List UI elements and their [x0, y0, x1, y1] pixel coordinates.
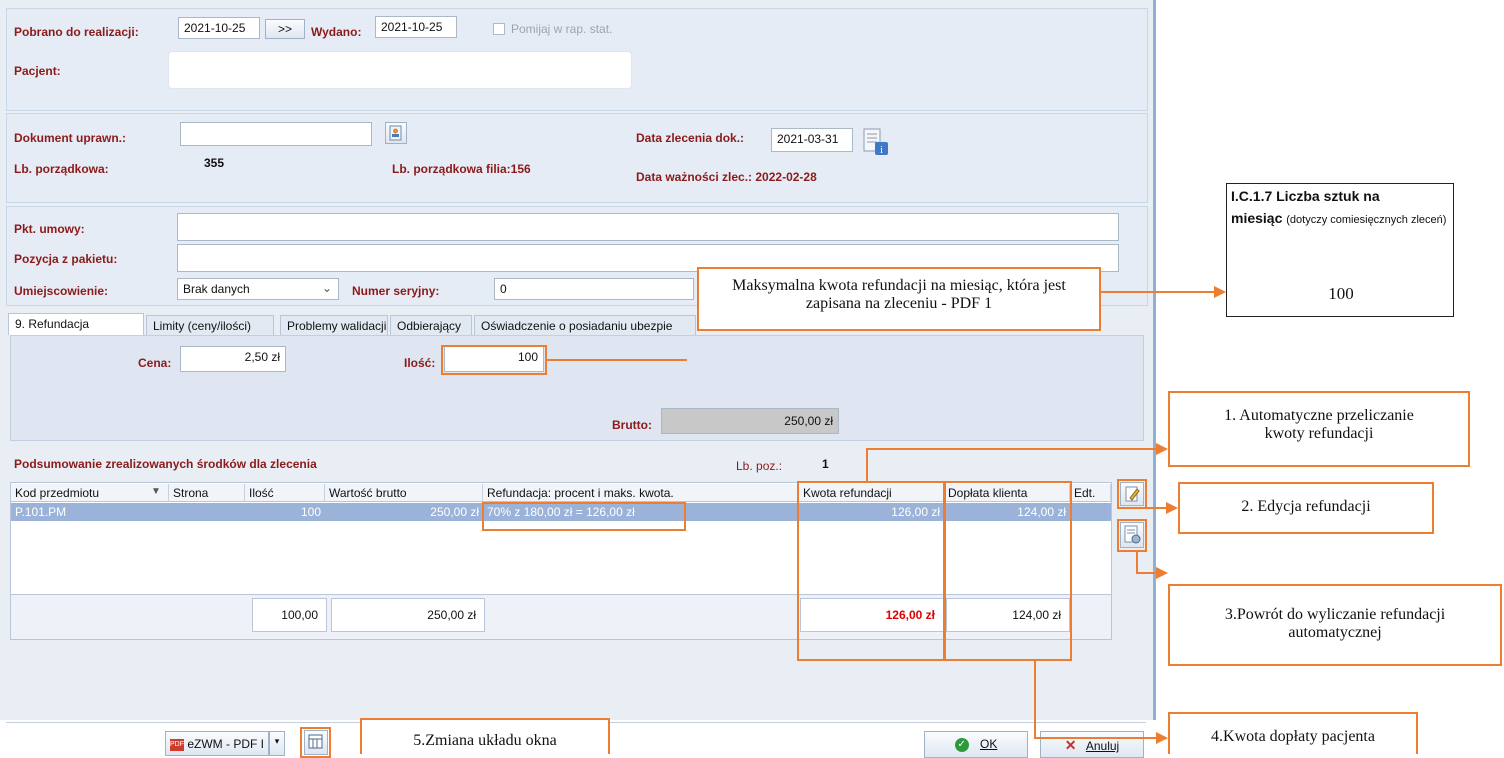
connector-doplata-horiz — [1034, 737, 1158, 739]
pobrano-date-field[interactable]: 2021-10-25 — [178, 17, 260, 39]
chevron-down-icon: ⌄ — [321, 281, 332, 295]
cena-label: Cena: — [138, 356, 172, 370]
col-ilosc[interactable]: Ilość — [245, 484, 325, 502]
ezwm-dropdown-button[interactable]: ▾ — [269, 731, 285, 756]
callout-uklad: 5.Zmiana układu okna — [360, 718, 610, 754]
pkt-umowy-label: Pkt. umowy: — [14, 222, 85, 236]
wydano-label: Wydano: — [311, 25, 362, 39]
umiejscowienie-select[interactable]: Brak danych ⌄ — [177, 278, 339, 300]
document-section — [6, 113, 1148, 203]
pozycja-label: Pozycja z pakietu: — [14, 252, 118, 266]
callout-doplata: 4.Kwota dopłaty pacjenta — [1168, 712, 1418, 754]
summary-title: Podsumowanie zrealizowanych środków dla … — [14, 457, 317, 471]
pacjent-field[interactable] — [168, 51, 632, 89]
lb-porz-value: 355 — [204, 156, 225, 170]
numer-seryjny-field[interactable]: 0 — [494, 278, 694, 300]
wydano-date-field[interactable]: 2021-10-25 — [375, 16, 457, 38]
brutto-label: Brutto: — [612, 418, 652, 432]
ezwm-pdf-button[interactable]: PDF eZWM - PDF I — [165, 731, 269, 756]
highlight-doplata — [944, 481, 1072, 661]
cell-kod: P.101.PM — [11, 503, 169, 521]
patient-lookup-button[interactable] — [385, 122, 407, 144]
total-ilosc: 100,00 — [252, 598, 327, 632]
cell-ilosc: 100 — [245, 503, 325, 521]
document-info-icon[interactable]: i — [862, 127, 890, 157]
data-zlecenia-label: Data zlecenia dok.: — [636, 131, 745, 145]
ezwm-label: eZWM - PDF I — [187, 737, 265, 751]
lb-poz-label: Lb. poz.: — [736, 459, 783, 473]
arrow-c1 — [1156, 443, 1168, 455]
highlight-auto — [1117, 519, 1147, 552]
callout-edycja: 2. Edycja refundacji — [1178, 482, 1434, 534]
umiejscowienie-label: Umiejscowienie: — [14, 284, 109, 298]
connector-auto-horiz — [1136, 572, 1158, 574]
highlight-refundacja — [482, 502, 686, 531]
umiejscowienie-value: Brak danych — [183, 282, 250, 296]
dokument-field[interactable] — [180, 122, 372, 146]
data-waznosci: Data ważności zlec.: 2022-02-28 — [636, 170, 817, 184]
pdf-snippet-title: I.C.1.7 Liczba sztuk na — [1231, 188, 1380, 204]
person-card-icon — [389, 125, 402, 141]
ok-label: OK — [980, 737, 998, 751]
cell-wartosc: 250,00 zł — [325, 503, 483, 521]
cell-strona — [169, 503, 245, 521]
tab-problemy-walidacji[interactable]: Problemy walidacji — [280, 315, 388, 335]
col-edt[interactable]: Edt. — [1070, 484, 1111, 502]
highlight-kwota — [797, 481, 945, 661]
col-kod[interactable]: Kod przedmiotu — [11, 484, 169, 502]
callout-max-kwota: Maksymalna kwota refundacji na miesiąc, … — [697, 267, 1101, 331]
col-strona[interactable]: Strona — [169, 484, 245, 502]
callout-auto-przeliczanie: 1. Automatyczne przeliczanie kwoty refun… — [1168, 391, 1470, 467]
highlight-ilosc — [441, 345, 547, 375]
pobrano-label: Pobrano do realizacji: — [14, 25, 139, 39]
connector-kwota-horiz — [866, 448, 1158, 450]
arrow-c2 — [1166, 502, 1178, 514]
close-icon: ✕ — [1064, 737, 1077, 753]
callout-powrot: 3.Powrót do wyliczanie refundacji automa… — [1168, 584, 1502, 666]
pkt-umowy-field[interactable] — [177, 213, 1119, 241]
next-date-button[interactable]: >> — [265, 19, 305, 39]
tab-odbierajacy[interactable]: Odbierający — [390, 315, 472, 335]
tab-refundacja[interactable]: 9. Refundacja — [8, 313, 144, 335]
highlight-edit — [1117, 479, 1147, 509]
pdf-snippet-title2: miesiąc (dotyczy comiesięcznych zleceń) — [1231, 210, 1447, 226]
connector-maxkwota-to-snippet — [1100, 291, 1216, 293]
connector-kwota-up — [866, 448, 868, 482]
sort-desc-icon[interactable]: ▼ — [151, 486, 161, 497]
pdf-snippet: I.C.1.7 Liczba sztuk na miesiąc (dotyczy… — [1226, 183, 1454, 317]
cancel-label: Anuluj — [1085, 739, 1120, 753]
total-wartosc: 250,00 zł — [331, 598, 485, 632]
arrow-c3 — [1156, 567, 1168, 579]
tab-limity[interactable]: Limity (ceny/ilości) — [146, 315, 274, 335]
connector-auto-down — [1136, 552, 1138, 573]
connector-ilosc — [547, 359, 687, 361]
check-circle-icon: ✓ — [954, 737, 969, 752]
arrow-c4 — [1156, 732, 1168, 744]
pomijaj-checkbox[interactable] — [493, 23, 505, 35]
arrow-snippet — [1214, 286, 1226, 298]
svg-text:i: i — [880, 145, 883, 156]
pdf-icon: PDF — [170, 738, 184, 751]
pomijaj-label: Pomijaj w rap. stat. — [511, 22, 613, 36]
dokument-label: Dokument uprawn.: — [14, 131, 127, 145]
lb-poz-value: 1 — [822, 457, 829, 471]
brutto-field: 250,00 zł — [661, 408, 839, 434]
lb-porz-filia: Lb. porządkowa filia:156 — [392, 162, 531, 176]
ilosc-label: Ilość: — [404, 356, 436, 370]
data-zlecenia-field[interactable]: 2021-03-31 — [771, 128, 853, 152]
highlight-layout — [300, 727, 331, 758]
numer-seryjny-label: Numer seryjny: — [352, 284, 440, 298]
pacjent-label: Pacjent: — [14, 64, 61, 78]
connector-doplata-down — [1034, 661, 1036, 739]
tab-oswiadczenie[interactable]: Oświadczenie o posiadaniu ubezpie — [474, 315, 696, 335]
col-refundacja[interactable]: Refundacja: procent i maks. kwota. — [483, 484, 799, 502]
lb-porz-label: Lb. porządkowa: — [14, 162, 109, 176]
cena-field[interactable]: 2,50 zł — [180, 346, 286, 372]
col-wartosc[interactable]: Wartość brutto — [325, 484, 483, 502]
pdf-snippet-value: 100 — [1328, 284, 1354, 303]
